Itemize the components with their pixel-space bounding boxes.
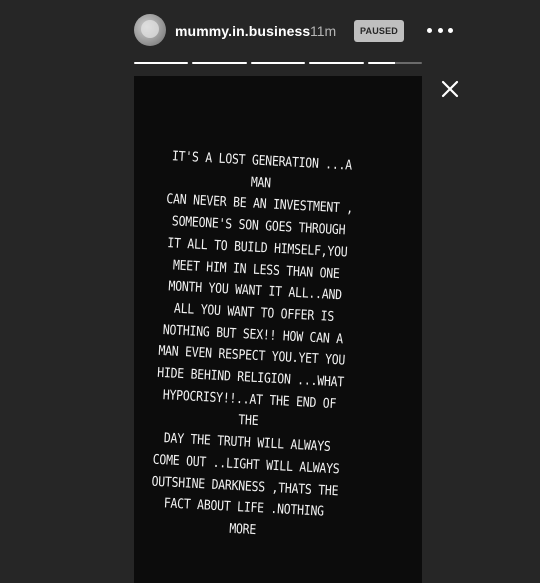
close-icon[interactable] bbox=[440, 79, 460, 99]
username-link[interactable]: mummy.in.business bbox=[175, 23, 310, 39]
progress-segment bbox=[250, 62, 306, 64]
story-text: IT'S A LOST GENERATION ...A MAN CAN NEVE… bbox=[151, 149, 354, 539]
post-time: 11m bbox=[310, 23, 337, 39]
progress-segment bbox=[134, 62, 189, 64]
progress-segment-current bbox=[367, 62, 423, 64]
progress-segment bbox=[192, 62, 247, 64]
more-options-icon[interactable] bbox=[427, 18, 453, 42]
more-dot bbox=[427, 27, 432, 33]
avatar[interactable] bbox=[134, 14, 166, 46]
story-progress-bar bbox=[134, 62, 423, 64]
paused-badge: PAUSED bbox=[354, 20, 404, 42]
story-media[interactable]: IT'S A LOST GENERATION ...A MAN CAN NEVE… bbox=[134, 76, 422, 583]
story-header: mummy.in.business 11m PAUSED bbox=[134, 14, 464, 48]
progress-segment bbox=[309, 62, 364, 64]
more-dot bbox=[448, 27, 453, 33]
more-dot bbox=[437, 27, 443, 33]
